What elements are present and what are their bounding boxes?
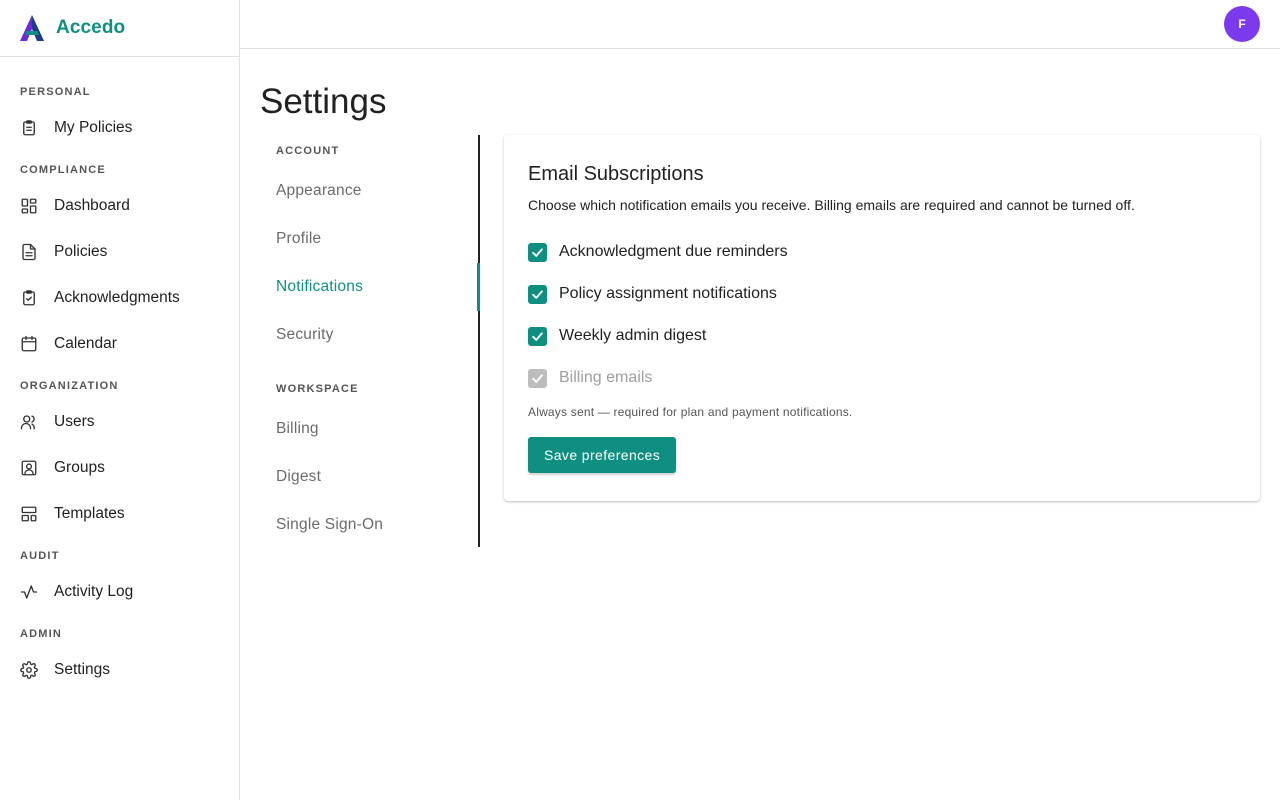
subnav-item-notifications[interactable]: Notifications xyxy=(260,263,480,311)
subnav-item-digest[interactable]: Digest xyxy=(260,453,478,501)
save-preferences-button[interactable]: Save preferences xyxy=(528,437,677,473)
checkbox-checked[interactable] xyxy=(528,242,547,262)
sidebar-item-label: Settings xyxy=(54,661,111,678)
sidebar-item-groups[interactable]: Groups xyxy=(0,445,239,491)
sidebar-item-settings[interactable]: Settings xyxy=(0,647,239,693)
card-description: Choose which notification emails you rec… xyxy=(528,197,1135,213)
sidebar-item-users[interactable]: Users xyxy=(0,399,239,445)
brand-name: Accedo xyxy=(56,17,126,38)
check-icon xyxy=(532,331,543,341)
card-title: Email Subscriptions xyxy=(528,163,704,185)
subscription-options: Acknowledgment due reminders Policy assi… xyxy=(528,231,1236,399)
users-icon xyxy=(20,413,38,431)
page-title: Settings xyxy=(260,82,387,121)
email-subscriptions-card: Email Subscriptions Choose which notific… xyxy=(504,135,1260,501)
activity-icon xyxy=(20,583,38,601)
option-weekly-digest[interactable]: Weekly admin digest xyxy=(528,315,1236,357)
billing-help-text: Always sent — required for plan and paym… xyxy=(528,405,853,419)
sidebar-item-label: Activity Log xyxy=(54,583,134,600)
clipboard-list-icon xyxy=(20,119,38,137)
sidebar-item-label: Groups xyxy=(54,459,105,476)
document-icon xyxy=(20,243,38,261)
accedo-logo-icon xyxy=(20,15,44,41)
templates-icon xyxy=(20,505,38,523)
sidebar-item-calendar[interactable]: Calendar xyxy=(0,321,239,367)
check-icon xyxy=(532,373,543,383)
sidebar-nav: PERSONAL My Policies COMPLIANCE Dashboar… xyxy=(0,57,239,693)
sidebar: Accedo PERSONAL My Policies COMPLIANCE D… xyxy=(0,0,240,800)
sidebar-item-activity-log[interactable]: Activity Log xyxy=(0,569,239,615)
avatar[interactable]: F xyxy=(1224,6,1260,42)
sidebar-item-label: Users xyxy=(54,413,95,430)
gear-icon xyxy=(20,661,38,679)
subnav-item-security[interactable]: Security xyxy=(260,311,478,359)
sidebar-item-label: Policies xyxy=(54,243,108,260)
check-icon xyxy=(532,289,543,299)
subnav-section-account: ACCOUNT xyxy=(276,145,340,157)
nav-section-admin: ADMIN xyxy=(20,628,63,640)
nav-section-organization: ORGANIZATION xyxy=(20,380,119,392)
checkbox-checked[interactable] xyxy=(528,284,547,304)
sidebar-item-dashboard[interactable]: Dashboard xyxy=(0,183,239,229)
option-policy-assignment[interactable]: Policy assignment notifications xyxy=(528,273,1236,315)
checkbox-disabled-checked xyxy=(528,368,547,388)
option-label: Weekly admin digest xyxy=(559,327,707,344)
nav-section-personal: PERSONAL xyxy=(20,86,91,98)
check-icon xyxy=(532,247,543,257)
sidebar-item-label: Dashboard xyxy=(54,197,130,214)
clipboard-check-icon xyxy=(20,289,38,307)
user-square-icon xyxy=(20,459,38,477)
settings-subnav: ACCOUNT Appearance Profile Notifications… xyxy=(260,135,480,547)
subnav-item-appearance[interactable]: Appearance xyxy=(260,167,478,215)
sidebar-item-label: Calendar xyxy=(54,335,117,352)
option-billing-emails: Billing emails xyxy=(528,357,1236,399)
option-label: Acknowledgment due reminders xyxy=(559,243,788,260)
sidebar-item-templates[interactable]: Templates xyxy=(0,491,239,537)
subnav-item-billing[interactable]: Billing xyxy=(260,405,478,453)
subnav-item-single-sign-on[interactable]: Single Sign-On xyxy=(260,501,478,549)
sidebar-item-acknowledgments[interactable]: Acknowledgments xyxy=(0,275,239,321)
subnav-item-profile[interactable]: Profile xyxy=(260,215,478,263)
calendar-icon xyxy=(20,335,38,353)
option-label: Billing emails xyxy=(559,369,653,386)
dashboard-grid-icon xyxy=(20,197,38,215)
nav-section-audit: AUDIT xyxy=(20,550,60,562)
top-bar: F xyxy=(240,0,1280,49)
checkbox-checked[interactable] xyxy=(528,326,547,346)
option-label: Policy assignment notifications xyxy=(559,285,777,302)
subnav-section-workspace: WORKSPACE xyxy=(276,383,359,395)
sidebar-item-label: My Policies xyxy=(54,119,133,136)
option-acknowledgment-reminders[interactable]: Acknowledgment due reminders xyxy=(528,231,1236,273)
sidebar-item-label: Templates xyxy=(54,505,125,522)
sidebar-item-label: Acknowledgments xyxy=(54,289,180,306)
sidebar-item-policies[interactable]: Policies xyxy=(0,229,239,275)
sidebar-item-my-policies[interactable]: My Policies xyxy=(0,105,239,151)
brand[interactable]: Accedo xyxy=(0,0,239,57)
nav-section-compliance: COMPLIANCE xyxy=(20,164,106,176)
